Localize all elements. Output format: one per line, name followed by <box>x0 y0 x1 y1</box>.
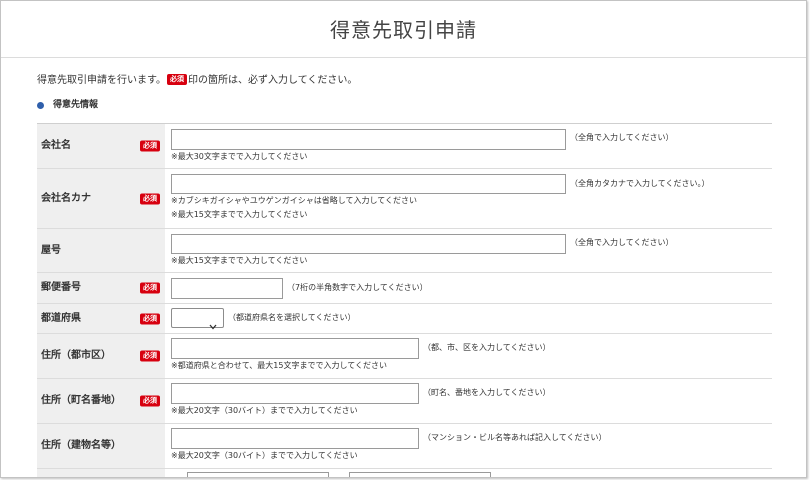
address-street-hint: （町名、番地を入力してください） <box>423 388 551 397</box>
input-cell: （都道府県名を選択してください） <box>165 304 772 333</box>
page-title: 得意先取引申請 <box>330 18 477 42</box>
required-badge: 必須 <box>140 193 160 204</box>
postal-code-input[interactable] <box>171 278 283 299</box>
partial-input-2[interactable] <box>349 472 491 477</box>
label-cell: 屋号 <box>37 229 165 272</box>
address-building-label: 住所（建物名等） <box>41 440 121 451</box>
label-cell: 会社名カナ 必須 <box>37 169 165 228</box>
address-street-label: 住所（町名番地） <box>41 395 121 406</box>
address-building-input[interactable] <box>171 428 419 449</box>
trade-name-input[interactable] <box>171 234 566 254</box>
input-cell <box>165 469 772 477</box>
page-frame: 得意先取引申請 得意先取引申請を行います。 必須 印の箇所は、必ず入力してください。… <box>0 0 807 478</box>
input-cell: （マンション・ビル名等あれば記入してください） ※最大20文字（30バイト）まで… <box>165 424 772 468</box>
input-cell: （都、市、区を入力してください） ※都道府県と合わせて、最大15文字までで入力し… <box>165 334 772 378</box>
required-badge: 必須 <box>140 395 160 407</box>
trade-name-hint: （全角で入力してください） <box>570 238 674 247</box>
label-cell: 郵便番号 必須 <box>37 273 165 303</box>
address-building-hint: （マンション・ビル名等あれば記入してください） <box>423 433 607 442</box>
section-heading: 得意先情報 <box>37 99 98 111</box>
input-cell: （全角で入力してください） ※最大30文字までで入力してください <box>165 124 772 168</box>
label-cell: 住所（町名番地） 必須 <box>37 379 165 423</box>
intro-text-before: 得意先取引申請を行います。 <box>37 75 166 86</box>
section-title: 得意先情報 <box>53 100 99 110</box>
company-name-kana-input[interactable] <box>171 174 566 194</box>
company-name-label: 会社名 <box>41 140 71 151</box>
title-divider <box>1 57 806 58</box>
required-badge: 必須 <box>140 313 160 324</box>
form-row-company-name-kana: 会社名カナ 必須 （全角カタカナで入力してください。） ※カブシキガイシャやユウ… <box>37 169 772 229</box>
address-city-input[interactable] <box>171 338 419 359</box>
intro-text: 得意先取引申請を行います。 必須 印の箇所は、必ず入力してください。 <box>37 73 358 88</box>
address-street-note: ※最大20文字（30バイト）までで入力してください <box>171 406 358 415</box>
label-cell: 住所（都市区） 必須 <box>37 334 165 378</box>
customer-info-form: 会社名 必須 （全角で入力してください） ※最大30文字までで入力してください … <box>37 123 772 477</box>
prefecture-label: 都道府県 <box>41 312 81 324</box>
input-cell: （全角カタカナで入力してください。） ※カブシキガイシャやユウゲンガイシャは省略… <box>165 169 772 228</box>
company-name-kana-hint: （全角カタカナで入力してください。） <box>570 179 710 188</box>
trade-name-note: ※最大15文字までで入力してください <box>171 256 308 265</box>
input-cell: （町名、番地を入力してください） ※最大20文字（30バイト）までで入力してくだ… <box>165 379 772 423</box>
company-name-kana-note: ※最大15文字までで入力してください <box>171 210 308 219</box>
prefecture-hint: （都道府県名を選択してください） <box>228 313 356 322</box>
partial-input-1[interactable] <box>187 472 329 477</box>
form-row-partial <box>37 469 772 477</box>
label-cell: 会社名 必須 <box>37 124 165 168</box>
required-badge: 必須 <box>140 140 160 152</box>
address-street-input[interactable] <box>171 383 419 404</box>
company-name-note: ※最大30文字までで入力してください <box>171 152 308 161</box>
required-badge: 必須 <box>140 282 160 294</box>
form-row-address-city: 住所（都市区） 必須 （都、市、区を入力してください） ※都道府県と合わせて、最… <box>37 334 772 379</box>
company-name-kana-note: ※カブシキガイシャやユウゲンガイシャは省略して入力してください <box>171 196 417 205</box>
form-row-address-building: 住所（建物名等） （マンション・ビル名等あれば記入してください） ※最大20文字… <box>37 424 772 469</box>
address-city-note: ※都道府県と合わせて、最大15文字までで入力してください <box>171 361 388 370</box>
prefecture-select[interactable] <box>171 308 224 330</box>
form-row-address-street: 住所（町名番地） 必須 （町名、番地を入力してください） ※最大20文字（30バ… <box>37 379 772 424</box>
postal-code-hint: （7桁の半角数字で入力してください） <box>287 283 428 292</box>
chevron-down-icon <box>209 315 217 330</box>
form-row-trade-name: 屋号 （全角で入力してください） ※最大15文字までで入力してください <box>37 229 772 273</box>
bullet-dot-icon <box>37 101 44 109</box>
label-cell <box>37 469 165 477</box>
label-cell: 都道府県 必須 <box>37 304 165 333</box>
input-cell: （全角で入力してください） ※最大15文字までで入力してください <box>165 229 772 272</box>
postal-code-label: 郵便番号 <box>41 282 81 293</box>
required-badge: 必須 <box>167 73 187 85</box>
address-building-note: ※最大20文字（30バイト）までで入力してください <box>171 451 358 460</box>
label-cell: 住所（建物名等） <box>37 424 165 468</box>
form-row-company-name: 会社名 必須 （全角で入力してください） ※最大30文字までで入力してください <box>37 124 772 169</box>
company-name-input[interactable] <box>171 129 566 150</box>
address-city-label: 住所（都市区） <box>41 350 111 361</box>
company-name-kana-label: 会社名カナ <box>41 192 91 204</box>
address-city-hint: （都、市、区を入力してください） <box>423 343 551 352</box>
trade-name-label: 屋号 <box>41 244 61 256</box>
company-name-hint: （全角で入力してください） <box>570 133 674 142</box>
input-cell: （7桁の半角数字で入力してください） <box>165 273 772 303</box>
form-row-postal-code: 郵便番号 必須 （7桁の半角数字で入力してください） <box>37 273 772 304</box>
intro-text-after: 印の箇所は、必ず入力してください。 <box>188 75 358 86</box>
form-row-prefecture: 都道府県 必須 （都道府県名を選択してください） <box>37 304 772 334</box>
required-badge: 必須 <box>140 350 160 362</box>
